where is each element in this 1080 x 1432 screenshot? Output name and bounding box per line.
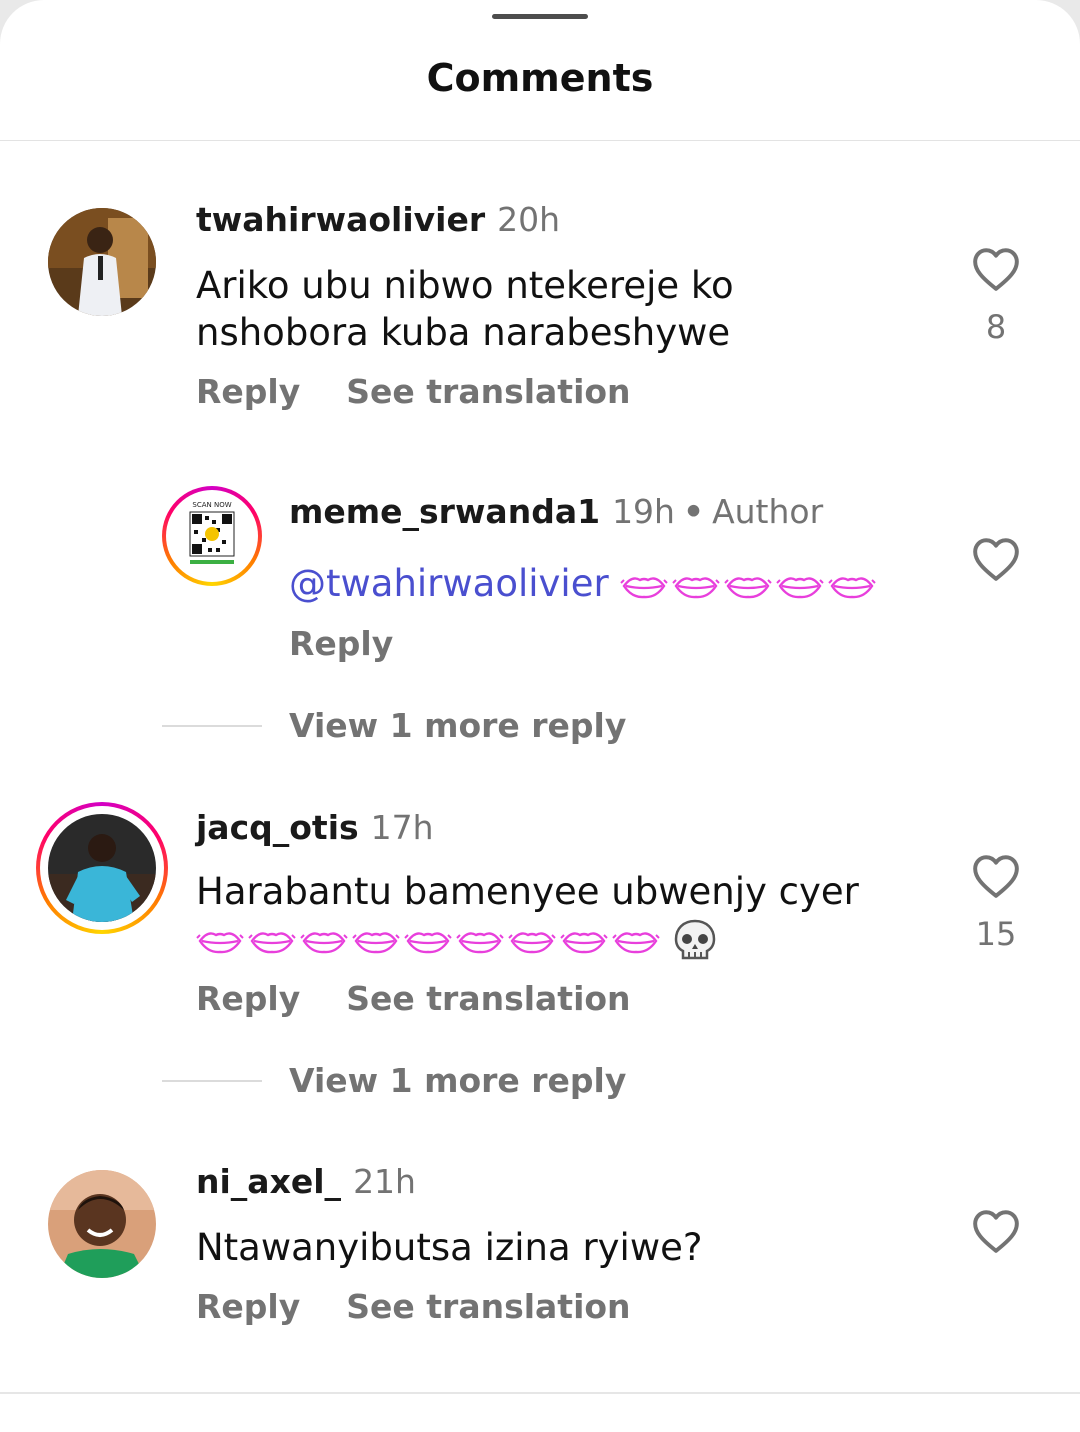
comment-text-line: Harabantu bamenyee ubwenjy cyer <box>196 870 859 913</box>
comment-time: 19h <box>612 492 675 531</box>
avatar[interactable] <box>48 1170 156 1278</box>
comment-username[interactable]: ni_axel_ 21h <box>196 1162 416 1201</box>
username-text[interactable]: meme_srwanda1 <box>289 492 600 531</box>
view-more-divider <box>162 725 262 727</box>
bottom-divider <box>0 1392 1080 1394</box>
sheet-title: Comments <box>426 56 654 100</box>
avatar-story-ring[interactable]: SCAN NOW <box>162 486 262 586</box>
kiss-lips-emoji <box>456 931 504 953</box>
avatar[interactable] <box>48 814 156 922</box>
avatar[interactable]: SCAN NOW <box>172 496 252 576</box>
comment-time: 20h <box>497 200 561 239</box>
reply-button[interactable]: Reply <box>196 372 300 411</box>
reply-button[interactable]: Reply <box>196 979 300 1018</box>
emoji-group <box>620 571 877 601</box>
qr-code-image: SCAN NOW <box>172 496 252 576</box>
view-more-replies-button[interactable]: View 1 more reply <box>289 1061 626 1100</box>
view-more-divider <box>162 1080 262 1082</box>
comment-actions: Reply <box>289 624 439 663</box>
kiss-lips-emoji <box>776 576 825 598</box>
kiss-lips-emoji <box>404 931 452 953</box>
avatar[interactable] <box>48 208 156 316</box>
comment-text: Ntawanyibutsa izina ryiwe? <box>196 1224 703 1271</box>
kiss-lips-emoji <box>196 931 244 953</box>
username-text[interactable]: jacq_otis <box>196 808 359 847</box>
comment-text-line: Ariko ubu nibwo ntekereje ko <box>196 264 734 307</box>
comment-text-line: Ntawanyibutsa izina ryiwe? <box>196 1226 703 1269</box>
emoji-group <box>196 926 660 956</box>
comment-text: Ariko ubu nibwo ntekereje ko nshobora ku… <box>196 262 734 356</box>
see-translation-button[interactable]: See translation <box>346 979 630 1018</box>
kiss-lips-emoji <box>672 576 721 598</box>
kiss-lips-emoji <box>828 576 877 598</box>
separator-dot: • <box>682 492 705 531</box>
avatar-story-ring[interactable] <box>36 802 168 934</box>
drag-handle[interactable] <box>492 14 588 19</box>
heart-outline-icon[interactable] <box>971 1208 1021 1254</box>
comment-actions: Reply See translation <box>196 1287 677 1326</box>
kiss-lips-emoji <box>724 576 773 598</box>
comment-emoji-line <box>196 915 859 964</box>
comment-actions: Reply See translation <box>196 979 677 1018</box>
comment-time: 17h <box>370 808 434 847</box>
skull-emoji <box>674 919 716 959</box>
header-divider <box>0 140 1080 141</box>
username-text[interactable]: ni_axel_ <box>196 1162 341 1201</box>
comment-username[interactable]: jacq_otis 17h <box>196 808 434 847</box>
author-badge: Author <box>712 492 824 531</box>
see-translation-button[interactable]: See translation <box>346 372 630 411</box>
comment-username[interactable]: meme_srwanda1 19h • Author <box>289 492 823 531</box>
comment-text: Harabantu bamenyee ubwenjy cyer <box>196 868 859 964</box>
like-count: 15 <box>975 915 1017 953</box>
username-text[interactable]: twahirwaolivier <box>196 200 485 239</box>
comment-time: 21h <box>353 1162 416 1201</box>
comment-text-line: nshobora kuba narabeshywe <box>196 311 731 354</box>
like-count: 8 <box>985 308 1007 346</box>
qr-text-top: SCAN NOW <box>192 501 231 509</box>
heart-outline-icon[interactable] <box>971 853 1021 899</box>
heart-outline-icon[interactable] <box>971 246 1021 292</box>
kiss-lips-emoji <box>508 931 556 953</box>
kiss-lips-emoji <box>612 931 660 953</box>
comment-actions: Reply See translation <box>196 372 677 411</box>
comments-sheet: Comments twahirwaolivier 20h Ariko ubu ni… <box>0 0 1080 1432</box>
kiss-lips-emoji <box>560 931 608 953</box>
comment-username[interactable]: twahirwaolivier 20h <box>196 200 560 239</box>
heart-outline-icon[interactable] <box>971 536 1021 582</box>
kiss-lips-emoji <box>620 576 669 598</box>
comment-text: @twahirwaolivier <box>289 560 877 607</box>
kiss-lips-emoji <box>248 931 296 953</box>
reply-button[interactable]: Reply <box>289 624 393 663</box>
mention-link[interactable]: @twahirwaolivier <box>289 562 609 605</box>
reply-button[interactable]: Reply <box>196 1287 300 1326</box>
kiss-lips-emoji <box>352 931 400 953</box>
kiss-lips-emoji <box>300 931 348 953</box>
see-translation-button[interactable]: See translation <box>346 1287 630 1326</box>
view-more-replies-button[interactable]: View 1 more reply <box>289 706 626 745</box>
